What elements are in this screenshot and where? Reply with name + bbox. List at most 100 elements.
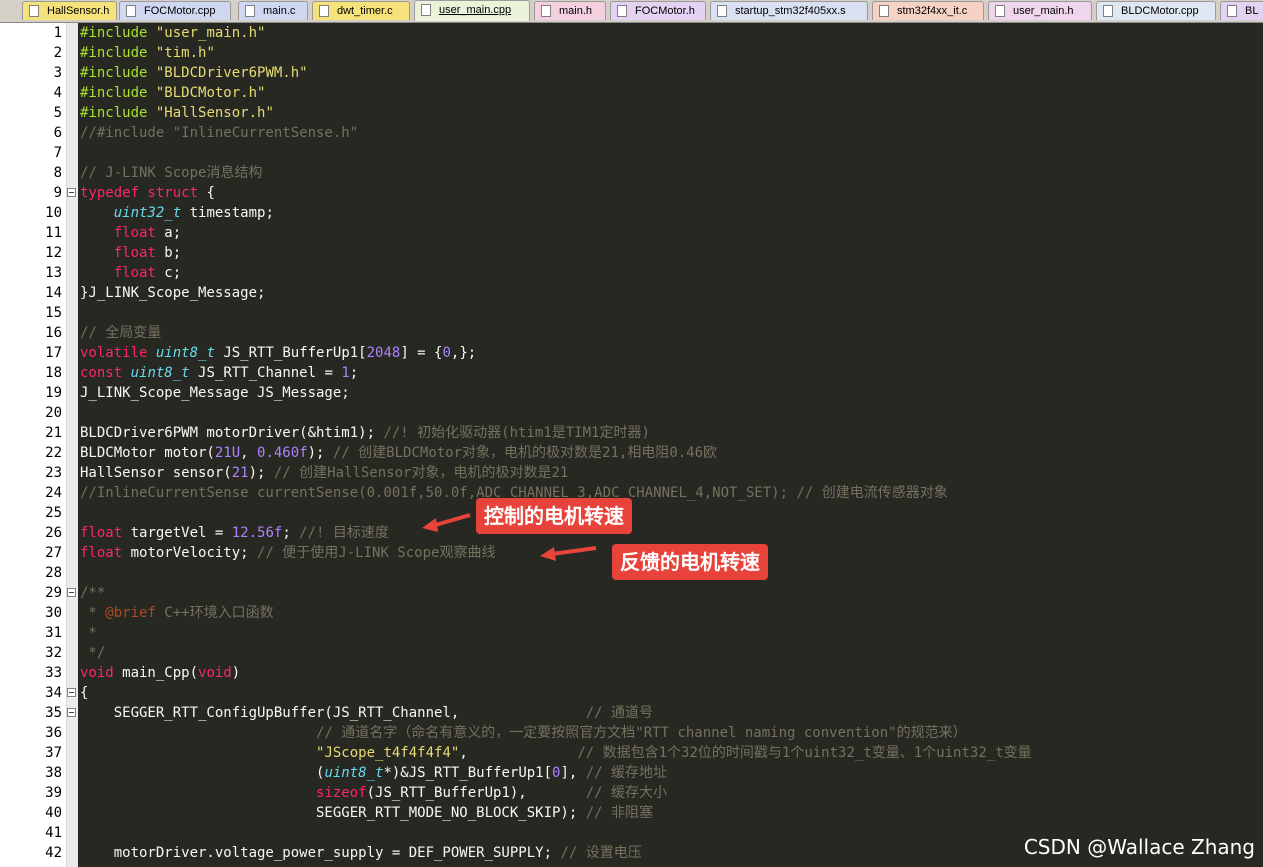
code-token: b; xyxy=(155,245,182,261)
code-text: "JScope_t4f4f4f4", // 数据包含1个32位的时间戳与1个ui… xyxy=(80,743,1032,763)
line-number: 29 xyxy=(45,585,62,601)
code-token: ) xyxy=(231,665,241,681)
tab-user-main-cpp[interactable]: user_main.cpp xyxy=(414,0,530,21)
code-line: 23 HallSensor sensor(21); // 创建HallSensor… xyxy=(0,463,1263,483)
code-line: 38 (uint8_t*)&JS_RTT_BufferUp1[0], // 缓存… xyxy=(0,763,1263,783)
code-line: 12 float b; xyxy=(0,243,1263,263)
code-token: //! 目标速度 xyxy=(299,525,389,541)
line-number: 8 xyxy=(53,165,62,181)
code-token: #include xyxy=(80,45,148,61)
code-token: , xyxy=(240,445,258,461)
code-text: SEGGER_RTT_MODE_NO_BLOCK_SKIP); // 非阻塞 xyxy=(80,803,653,823)
tab-main-h[interactable]: main.h xyxy=(534,1,606,20)
tab-hallsensor-h[interactable]: HallSensor.h xyxy=(22,1,117,20)
code-token: "BLDCDriver6PWM.h" xyxy=(147,65,308,81)
line-number: 18 xyxy=(45,365,62,381)
code-token: volatile xyxy=(80,345,148,361)
code-text: * @brief C++环境入口函数 xyxy=(80,603,273,623)
code-token: motorVelocity; xyxy=(122,545,258,561)
code-token: // 通道号 xyxy=(585,705,654,721)
code-line: 11 float a; xyxy=(0,223,1263,243)
code-token: SEGGER_RTT_ConfigUpBuffer(JS_RTT_Channel… xyxy=(80,705,586,721)
line-number: 4 xyxy=(53,85,62,101)
code-line: 33 void main_Cpp(void) xyxy=(0,663,1263,683)
tab-focmotor-h[interactable]: FOCMotor.h xyxy=(610,1,706,20)
watermark: CSDN @Wallace Zhang xyxy=(1023,835,1255,859)
code-token: "BLDCMotor.h" xyxy=(147,85,266,101)
code-text: motorDriver.voltage_power_supply = DEF_P… xyxy=(80,843,642,863)
line-number: 28 xyxy=(45,565,62,581)
line-number: 40 xyxy=(45,805,62,821)
code-line: 16 // 全局变量 xyxy=(0,323,1263,343)
code-token: // 数据包含1个32位的时间戳与1个uint32_t变量、1个uint32_t… xyxy=(577,745,1032,761)
code-text: #include "BLDCDriver6PWM.h" xyxy=(80,63,308,83)
code-text: /** xyxy=(80,583,105,603)
line-number: 35 xyxy=(45,705,62,721)
code-token: J_LINK_Scope_Message JS_Message; xyxy=(80,385,350,401)
code-text: HallSensor sensor(21); // 创建HallSensor对象… xyxy=(80,463,568,483)
code-line: 3 #include "BLDCDriver6PWM.h" xyxy=(0,63,1263,83)
line-number: 20 xyxy=(45,405,62,421)
code-token: "HallSensor.h" xyxy=(147,105,274,121)
code-token: // 创建BLDCMotor对象，电机的极对数是21,相电阻0.46欧 xyxy=(332,445,718,461)
code-token: // 缓存地址 xyxy=(585,765,668,781)
code-token: #include xyxy=(80,25,148,41)
code-line: 32 */ xyxy=(0,643,1263,663)
tab-startup-stm32f405xx-s[interactable]: startup_stm32f405xx.s xyxy=(710,1,868,20)
callout-feedback-speed: 反馈的电机转速 xyxy=(612,544,768,580)
file-icon xyxy=(1227,5,1237,17)
code-token: , xyxy=(459,745,578,761)
file-icon xyxy=(617,5,627,17)
code-text: //#include "InlineCurrentSense.h" xyxy=(80,123,358,143)
code-text: #include "BLDCMotor.h" xyxy=(80,83,265,103)
code-token: void xyxy=(198,665,232,681)
code-token: HallSensor sensor( xyxy=(80,465,232,481)
code-token: float xyxy=(113,265,156,281)
tab-dwt-timer-c[interactable]: dwt_timer.c xyxy=(312,1,410,20)
code-token: *)&JS_RTT_BufferUp1[ xyxy=(383,765,553,781)
callout-control-speed: 控制的电机转速 xyxy=(476,498,632,534)
code-text: float motorVelocity; // 便于使用J-LINK Scope… xyxy=(80,543,495,563)
tab-user-main-h[interactable]: user_main.h xyxy=(988,1,1092,20)
tab-label: main.c xyxy=(263,5,296,17)
tab-label: FOCMotor.cpp xyxy=(144,5,216,17)
line-number: 10 xyxy=(45,205,62,221)
tab-bldcmotor-cpp[interactable]: BLDCMotor.cpp xyxy=(1096,1,1216,20)
fold-toggle-icon[interactable] xyxy=(67,188,76,197)
line-number: 19 xyxy=(45,385,62,401)
code-line: 2 #include "tim.h" xyxy=(0,43,1263,63)
fold-toggle-icon[interactable] xyxy=(67,708,76,717)
tab-stm32f4xx-it-c[interactable]: stm32f4xx_it.c xyxy=(872,1,984,20)
tab-label: main.h xyxy=(559,5,593,17)
file-icon xyxy=(717,5,727,17)
code-line: 34 { xyxy=(0,683,1263,703)
line-number: 23 xyxy=(45,465,62,481)
tab-label: user_main.h xyxy=(1013,5,1074,17)
code-line: 22 BLDCMotor motor(21U, 0.460f); // 创建BLD… xyxy=(0,443,1263,463)
fold-toggle-icon[interactable] xyxy=(67,688,76,697)
code-text: */ xyxy=(80,643,105,663)
tab-main-c[interactable]: main.c xyxy=(238,1,308,20)
code-token: float xyxy=(113,225,156,241)
tab-focmotor-cpp[interactable]: FOCMotor.cpp xyxy=(119,1,231,20)
code-token: sizeof xyxy=(316,785,367,801)
fold-toggle-icon[interactable] xyxy=(67,588,76,597)
line-number: 31 xyxy=(45,625,62,641)
line-number: 24 xyxy=(45,485,62,501)
line-number: 2 xyxy=(53,45,62,61)
code-line: 13 float c; xyxy=(0,263,1263,283)
code-line: 35 SEGGER_RTT_ConfigUpBuffer(JS_RTT_Chan… xyxy=(0,703,1263,723)
code-line: 29 /** xyxy=(0,583,1263,603)
code-token: a; xyxy=(155,225,182,241)
code-line: 9 typedef struct { xyxy=(0,183,1263,203)
code-token: "tim.h" xyxy=(147,45,215,61)
file-icon xyxy=(126,5,136,17)
line-number: 7 xyxy=(53,145,62,161)
code-token: BLDCDriver6PWM motorDriver(&htim1); xyxy=(80,425,384,441)
tab-bl[interactable]: BL xyxy=(1220,1,1263,20)
code-line: 40 SEGGER_RTT_MODE_NO_BLOCK_SKIP); // 非阻… xyxy=(0,803,1263,823)
code-line: 7 xyxy=(0,143,1263,163)
